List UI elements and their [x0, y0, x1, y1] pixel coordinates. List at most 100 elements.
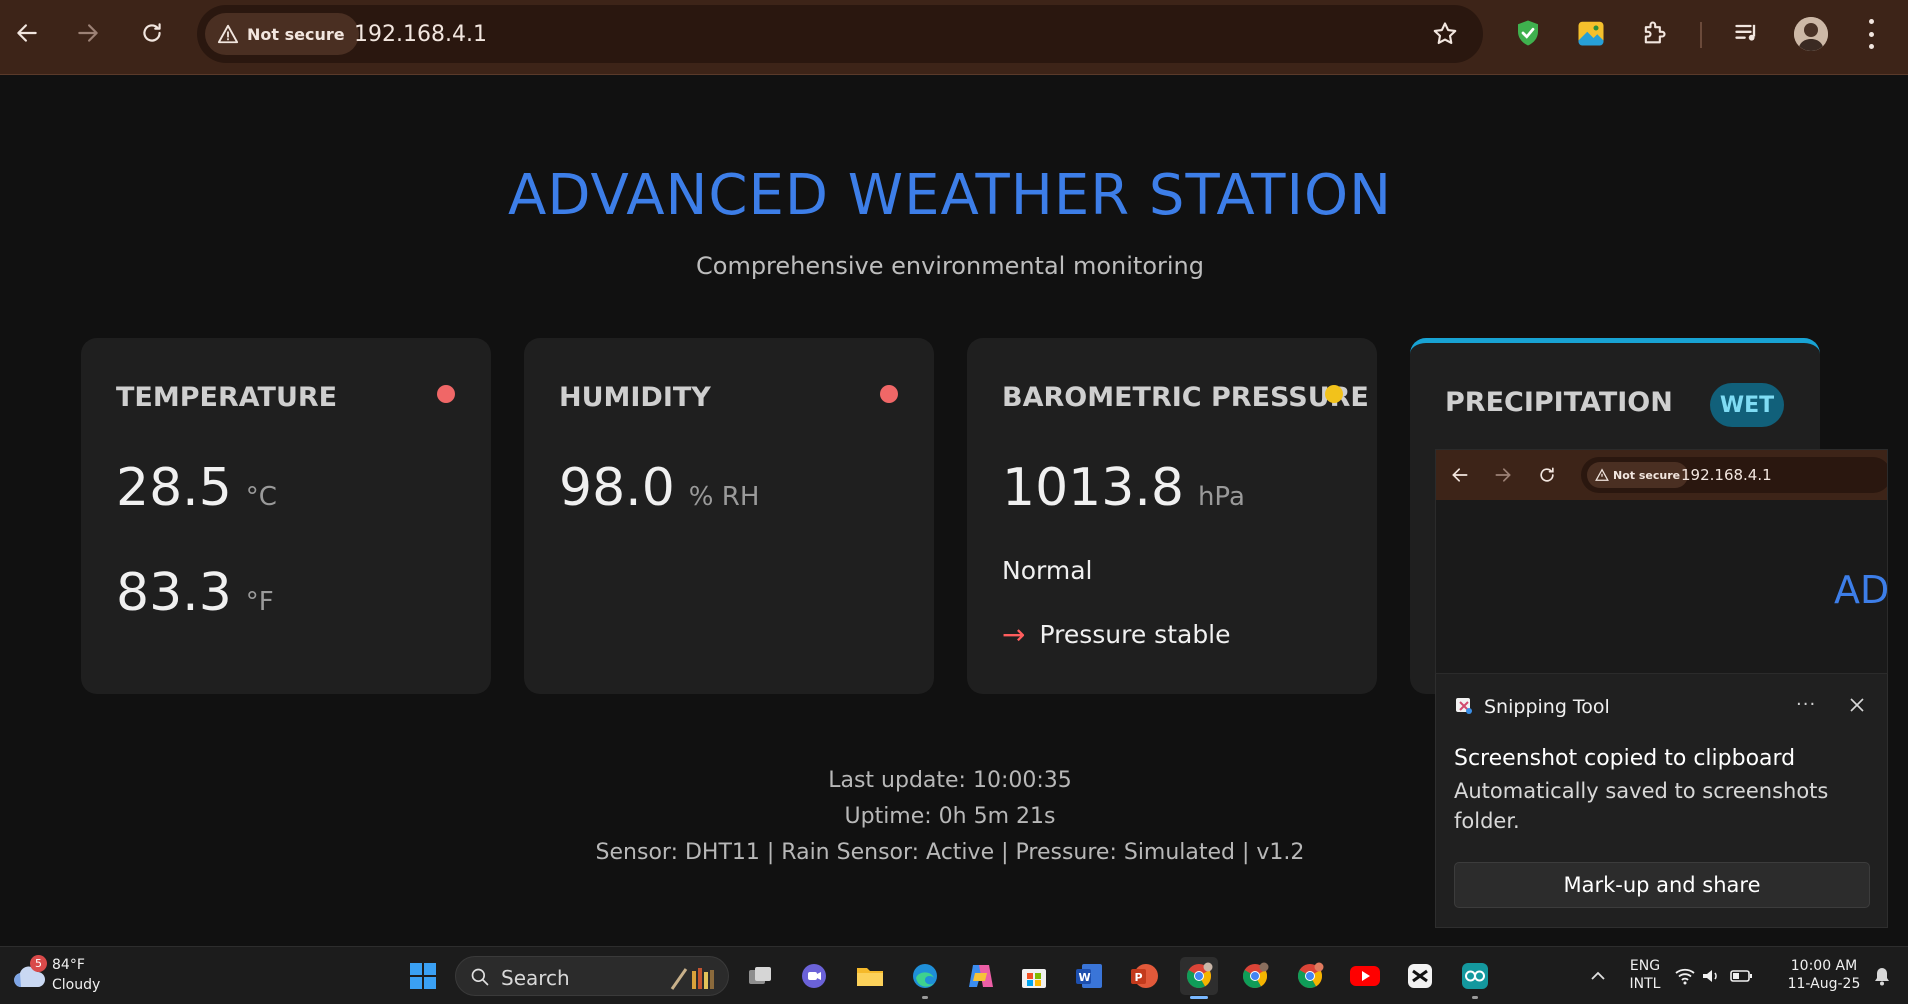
- clock-date: 11-Aug-25: [1787, 976, 1861, 992]
- snip-url: 192.168.4.1: [1681, 466, 1772, 484]
- pressure-trend-label: Pressure stable: [1039, 620, 1231, 649]
- clock[interactable]: 10:00 AM 11-Aug-25: [1776, 957, 1872, 993]
- star-icon[interactable]: [1431, 20, 1459, 48]
- pressure-unit: hPa: [1197, 482, 1245, 512]
- toast-app-name: Snipping Tool: [1484, 696, 1610, 718]
- address-bar[interactable]: Not secure 192.168.4.1: [197, 5, 1483, 63]
- page-title: ADVANCED WEATHER STATION: [508, 163, 1392, 228]
- svg-text:W: W: [1079, 971, 1091, 984]
- close-icon[interactable]: [1848, 696, 1866, 714]
- chrome-profile-2-icon[interactable]: [1236, 957, 1274, 995]
- humidity-title: HUMIDITY: [559, 382, 711, 413]
- pressure-status: Normal: [1002, 556, 1093, 585]
- snip-address-bar: Not secure 192.168.4.1: [1581, 457, 1887, 493]
- more-menu-icon[interactable]: [1866, 19, 1876, 49]
- warning-icon: [1595, 468, 1609, 481]
- active-indicator: [1190, 996, 1208, 999]
- chevron-up-icon[interactable]: [1579, 957, 1617, 995]
- forward-button[interactable]: [71, 14, 105, 52]
- word-icon[interactable]: W: [1070, 957, 1108, 995]
- back-arrow-icon: [17, 24, 37, 42]
- taskbar: 5 84°F Cloudy Search W P ENG INTL 10:00 …: [0, 946, 1908, 1004]
- search-label: Search: [501, 966, 570, 990]
- clock-time: 10:00 AM: [1790, 958, 1858, 974]
- weather-widget[interactable]: 5 84°F Cloudy: [10, 953, 120, 999]
- quick-settings[interactable]: [1673, 957, 1759, 995]
- taskbar-search[interactable]: Search: [455, 956, 729, 996]
- back-button[interactable]: [10, 14, 44, 52]
- arduino-ide-icon[interactable]: [1456, 957, 1494, 999]
- svg-text:P: P: [1135, 971, 1143, 984]
- weather-temperature: 84°F: [52, 957, 85, 973]
- humidity-status-dot: [880, 385, 898, 403]
- temperature-card: TEMPERATURE 28.5 °C 83.3 °F: [81, 338, 491, 694]
- microsoft-store-icon[interactable]: [1015, 957, 1053, 995]
- capcut-icon[interactable]: [1401, 957, 1439, 995]
- copilot-icon[interactable]: [961, 957, 999, 995]
- chrome-profile-3-icon[interactable]: [1291, 957, 1329, 995]
- image-extension-icon[interactable]: [1575, 17, 1607, 49]
- task-view-icon[interactable]: [741, 957, 779, 995]
- toast-body: Automatically saved to screenshots folde…: [1454, 779, 1829, 833]
- humidity-unit: % RH: [688, 482, 760, 512]
- toast-heading: Screenshot copied to clipboard: [1454, 746, 1796, 771]
- pressure-card: BAROMETRIC PRESSURE 1013.8 hPa Normal → P…: [967, 338, 1377, 694]
- precipitation-title: PRECIPITATION: [1445, 387, 1673, 418]
- back-arrow-icon: [1452, 468, 1468, 482]
- file-explorer-icon[interactable]: [851, 957, 889, 995]
- toast-more-icon[interactable]: ···: [1796, 694, 1816, 715]
- puzzle-extensions-icon[interactable]: [1638, 17, 1670, 49]
- forward-arrow-icon: [1495, 468, 1511, 482]
- temperature-fahrenheit: 83.3 °F: [116, 563, 274, 623]
- volume-icon: [1703, 970, 1717, 982]
- snipping-tool-icon: [1456, 698, 1472, 714]
- weather-badge: 5: [30, 955, 47, 972]
- snip-title-fragment: AD: [1834, 568, 1888, 612]
- browser-toolbar: Not secure 192.168.4.1: [0, 0, 1908, 75]
- security-indicator[interactable]: Not secure: [205, 13, 359, 55]
- fahrenheit-unit: °F: [245, 587, 274, 617]
- language-code: ENG: [1629, 958, 1661, 974]
- reload-button[interactable]: [135, 14, 169, 52]
- pressure-value: 1013.8: [1002, 458, 1184, 518]
- snip-security-indicator: Not secure: [1587, 462, 1689, 488]
- trend-arrow-icon: →: [1002, 618, 1026, 651]
- temperature-title: TEMPERATURE: [116, 382, 338, 413]
- snip-preview-toolbar: Not secure 192.168.4.1: [1436, 450, 1887, 500]
- celsius-value: 28.5: [116, 458, 232, 518]
- edge-browser-icon[interactable]: [906, 957, 944, 999]
- temperature-celsius: 28.5 °C: [116, 458, 277, 518]
- toolbar-divider: [1700, 22, 1702, 48]
- markup-and-share-button[interactable]: Mark-up and share: [1454, 862, 1870, 908]
- keyboard-layout: INTL: [1629, 976, 1661, 992]
- page-subtitle: Comprehensive environmental monitoring: [696, 252, 1204, 280]
- url-text[interactable]: 192.168.4.1: [354, 22, 487, 47]
- humidity-value: 98.0: [559, 458, 675, 518]
- running-indicator: [922, 996, 928, 999]
- media-queue-icon[interactable]: [1731, 17, 1763, 49]
- start-button[interactable]: [404, 957, 442, 995]
- shield-extension-icon[interactable]: [1512, 17, 1544, 49]
- reload-icon: [143, 23, 161, 42]
- language-indicator[interactable]: ENG INTL: [1622, 957, 1668, 993]
- youtube-icon[interactable]: [1346, 957, 1384, 995]
- notification-bell-icon[interactable]: [1870, 957, 1894, 995]
- profile-avatar[interactable]: [1794, 17, 1828, 51]
- battery-icon: [1730, 970, 1752, 982]
- snipping-tool-notification[interactable]: Snipping Tool ··· Screenshot copied to c…: [1435, 674, 1888, 928]
- search-icon: [471, 968, 489, 986]
- temperature-status-dot: [437, 385, 455, 403]
- forward-arrow-icon: [78, 24, 98, 42]
- reload-icon: [1540, 467, 1554, 482]
- teams-chat-icon[interactable]: [795, 957, 833, 995]
- fahrenheit-value: 83.3: [116, 563, 232, 623]
- running-indicator: [1472, 996, 1478, 999]
- snip-screenshot-preview[interactable]: Not secure 192.168.4.1 AD: [1435, 449, 1888, 674]
- wifi-icon: [1675, 968, 1695, 985]
- chrome-profile-1-icon[interactable]: [1180, 957, 1218, 999]
- windows-logo-icon: [410, 963, 436, 989]
- security-label: Not secure: [247, 24, 345, 44]
- powerpoint-icon[interactable]: P: [1125, 957, 1163, 995]
- pressure-title: BAROMETRIC PRESSURE: [1002, 382, 1369, 413]
- humidity-card: HUMIDITY 98.0 % RH: [524, 338, 934, 694]
